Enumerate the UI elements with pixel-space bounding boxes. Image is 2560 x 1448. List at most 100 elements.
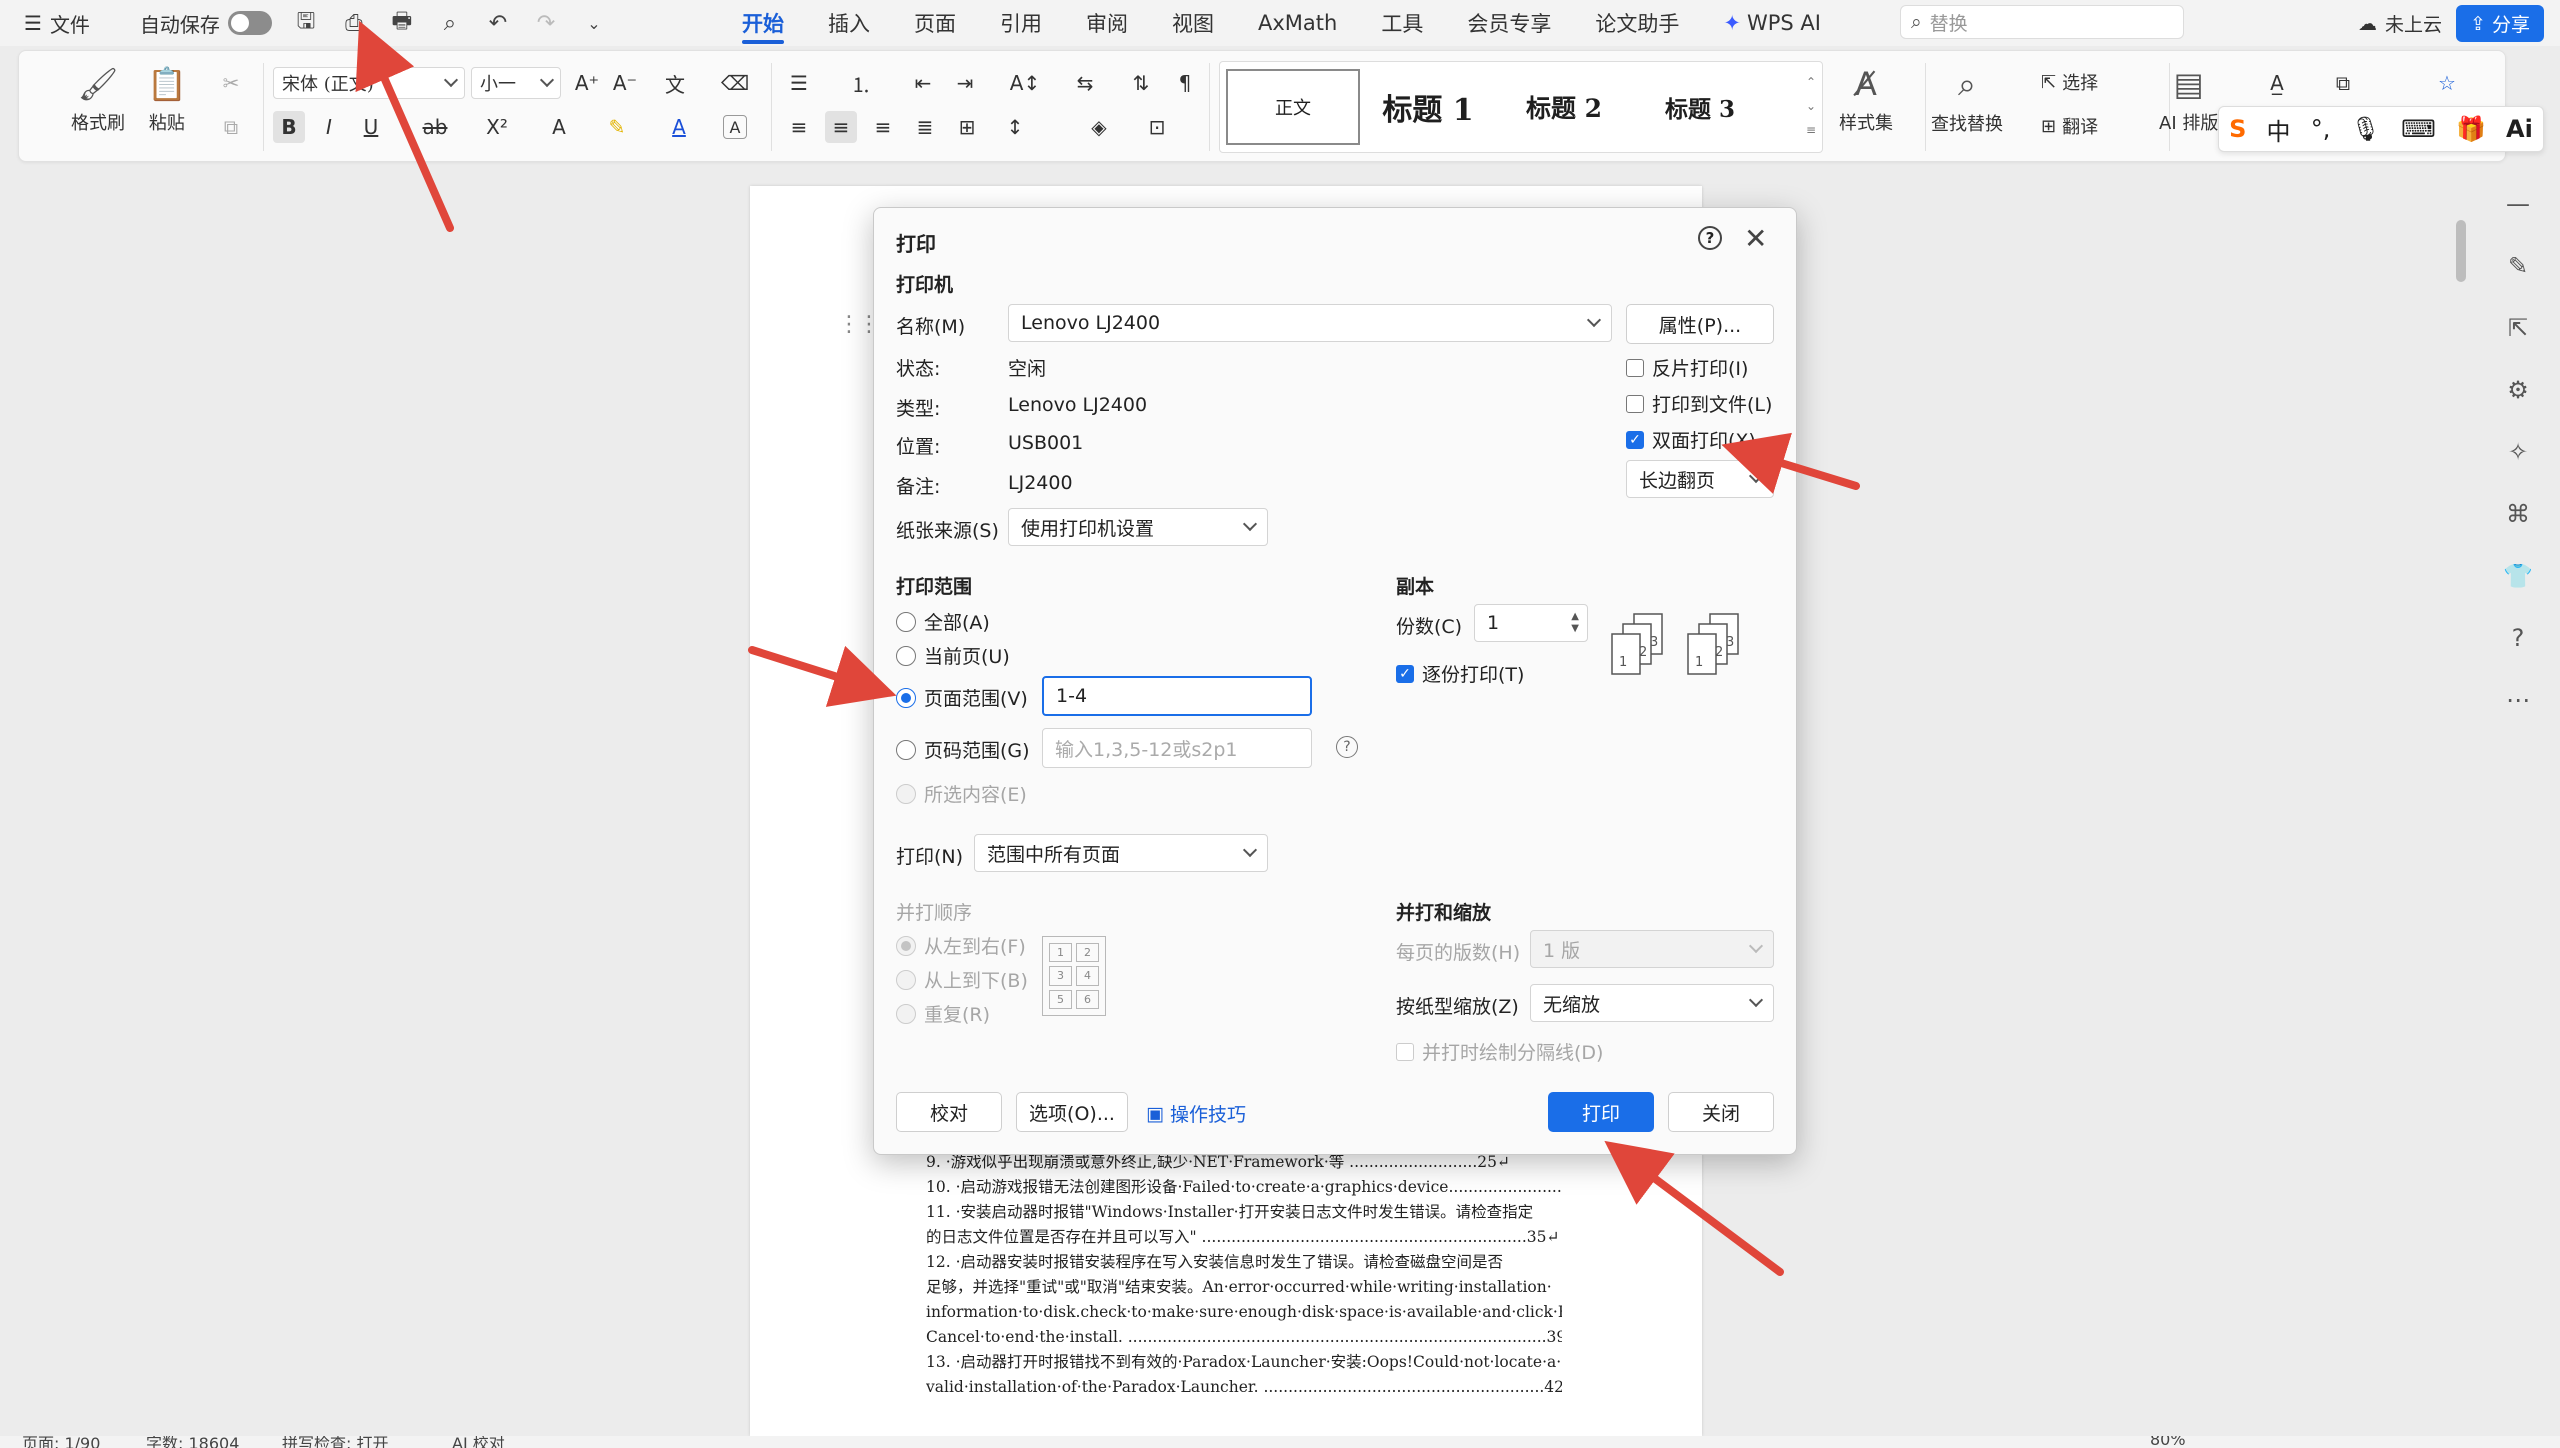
order-tb-radio[interactable]: 从上到下(B) [896,966,1028,993]
select-pointer-icon[interactable]: ⇱ [2508,314,2528,342]
text-direction-icon[interactable]: A↕ [1009,67,1041,99]
paper-source-select[interactable]: 使用打印机设置 [1008,508,1268,546]
tips-link[interactable]: ▣ 操作技巧 [1146,1100,1246,1127]
drag-handle-icon[interactable]: ⋮⋮ [838,312,880,337]
properties-button[interactable]: 属性(P)... [1626,304,1774,344]
tab-wps-ai[interactable]: ✦ WPS AI [1701,0,1843,46]
range-all-radio[interactable]: 全部(A) [896,608,990,635]
word-count[interactable]: 字数: 18604 [146,1436,239,1448]
range-pages-radio[interactable]: 页面范围(V) [896,684,1028,711]
phonetic-icon[interactable]: 文 [659,67,691,99]
paste-button[interactable]: 📋 粘贴 [147,65,187,135]
tab-home[interactable]: 开始 [720,0,806,46]
zoom-level[interactable]: 80% [2150,1436,2186,1448]
options-button[interactable]: 选项(O)... [1016,1092,1128,1132]
tab-axmath[interactable]: AxMath [1236,0,1359,46]
highlight-icon[interactable]: ✎ [601,111,633,143]
sogou-logo-icon[interactable]: S [2229,115,2246,143]
redo-icon[interactable]: ↷ [532,9,560,37]
print-what-select[interactable]: 范围中所有页面 [974,834,1268,872]
bullet-list-icon[interactable]: ☰ [783,67,815,99]
font-name-select[interactable]: 宋体 (正文) [273,67,465,99]
shading-icon[interactable]: ◈ [1083,111,1115,143]
print-icon[interactable]: 🖶 [388,9,416,37]
range-pagenum-radio[interactable]: 页码范围(G) [896,736,1030,763]
minimize-icon[interactable]: — [2506,190,2530,218]
gift-icon[interactable]: 🎁 [2456,115,2486,143]
char-border-icon[interactable]: A [723,115,747,139]
order-lr-radio[interactable]: 从左到右(F) [896,932,1026,959]
tab-thesis[interactable]: 论文助手 [1573,0,1701,46]
style-heading-3[interactable]: 标题 3 [1632,69,1768,145]
flip-mode-select[interactable]: 长边翻页 [1626,460,1774,498]
shirt-icon[interactable]: 👕 [2503,562,2533,590]
tab-member[interactable]: 会员专享 [1445,0,1573,46]
autosave[interactable]: 自动保存 [140,9,272,38]
ai-layout-button[interactable]: ▤ AI 排版 [2159,65,2218,135]
translate-button[interactable]: ⊞ 翻译 [2041,113,2098,139]
bold-icon[interactable]: B [273,111,305,143]
doc-assist-icon[interactable]: ☆ [2431,67,2463,99]
tab-page[interactable]: 页面 [892,0,978,46]
underline-icon[interactable]: U [355,111,387,143]
chevron-down-icon[interactable]: ⌄ [580,9,608,37]
format-painter-button[interactable]: 🖌 格式刷 [71,65,125,135]
collate-checkbox[interactable]: ✓ 逐份打印(T) [1396,660,1524,687]
cut-icon[interactable]: ✂ [215,67,247,99]
scroll-thumb[interactable] [2456,220,2466,282]
close-button[interactable]: 关闭 [1668,1092,1774,1132]
print-button[interactable]: 打印 [1548,1092,1654,1132]
help-icon[interactable]: ? [2512,624,2525,652]
save-icon[interactable]: 🖫 [292,9,320,37]
sort-icon[interactable]: ⇅ [1125,67,1157,99]
undo-icon[interactable]: ↶ [484,9,512,37]
page-range-input[interactable]: 1-4 [1042,676,1312,716]
more-icon[interactable]: ⋯ [2506,686,2530,714]
find-replace-button[interactable]: ⌕ 查找替换 [1931,65,2003,136]
vertical-scrollbar[interactable] [2454,170,2468,1430]
spin-arrows-icon[interactable]: ▲ ▼ [1571,611,1579,635]
grow-font-icon[interactable]: A⁺ [571,67,603,99]
style-set-button[interactable]: A̸ 样式集 [1839,65,1893,135]
print-to-file-checkbox[interactable]: 打印到文件(L) [1626,390,1772,417]
style-heading-2[interactable]: 标题 2 [1496,69,1632,145]
reverse-print-checkbox[interactable]: 反片打印(I) [1626,354,1748,381]
order-repeat-radio[interactable]: 重复(R) [896,1000,990,1027]
tab-insert[interactable]: 插入 [806,0,892,46]
borders-icon[interactable]: ⊡ [1141,111,1173,143]
help-icon[interactable]: ? [1698,226,1722,250]
table-of-contents[interactable]: 9. ·游戏似乎出现崩溃或意外终止,缺少·NET·Framework·等 ...… [926,1150,1562,1400]
adjust-icon[interactable]: ⚙ [2507,376,2529,404]
punctuation-icon[interactable]: °, [2311,115,2331,143]
copy-icon[interactable]: ⧉ [215,111,247,143]
ai-proofread[interactable]: AI 校对 [452,1436,505,1448]
style-normal[interactable]: 正文 [1226,69,1360,145]
scale-select[interactable]: 无缩放 [1530,984,1774,1022]
pin-icon[interactable]: ✧ [2508,438,2528,466]
tab-review[interactable]: 审阅 [1064,0,1150,46]
align-left-icon[interactable]: ≡ [783,111,815,143]
keyboard-icon[interactable]: ⌨ [2401,115,2436,143]
shapes-icon[interactable]: ⧉ [2327,67,2359,99]
range-current-radio[interactable]: 当前页(U) [896,642,1010,669]
search-preview-icon[interactable]: ⌕ [436,9,464,37]
file-menu[interactable]: ☰ 文件 [24,9,90,38]
pages-per-sheet-select[interactable]: 1 版 [1530,930,1774,968]
close-icon[interactable]: ✕ [1744,222,1767,255]
strikethrough-icon[interactable]: ab [419,111,451,143]
gallery-scroll[interactable]: ⌃ ⌄ ≡ [1806,70,1816,142]
printer-name-select[interactable]: Lenovo LJ2400 [1008,304,1612,342]
proof-button[interactable]: 校对 [896,1092,1002,1132]
superscript-icon[interactable]: X² [481,111,513,143]
pen-icon[interactable]: ✎ [2508,252,2528,280]
copies-stepper[interactable]: 1 ▲ ▼ [1474,604,1588,642]
draw-borders-checkbox[interactable]: 并打时绘制分隔线(D) [1396,1038,1603,1065]
text-effect-icon[interactable]: A [543,111,575,143]
print-preview-icon[interactable]: ⎙ [340,9,368,37]
autosave-toggle[interactable] [227,11,272,35]
question-icon[interactable]: ? [1336,736,1358,758]
align-center-icon[interactable]: ≡ [825,111,857,143]
clear-format-icon[interactable]: ⌫ [719,67,751,99]
tab-tools[interactable]: 工具 [1359,0,1445,46]
justify-icon[interactable]: ≣ [909,111,941,143]
